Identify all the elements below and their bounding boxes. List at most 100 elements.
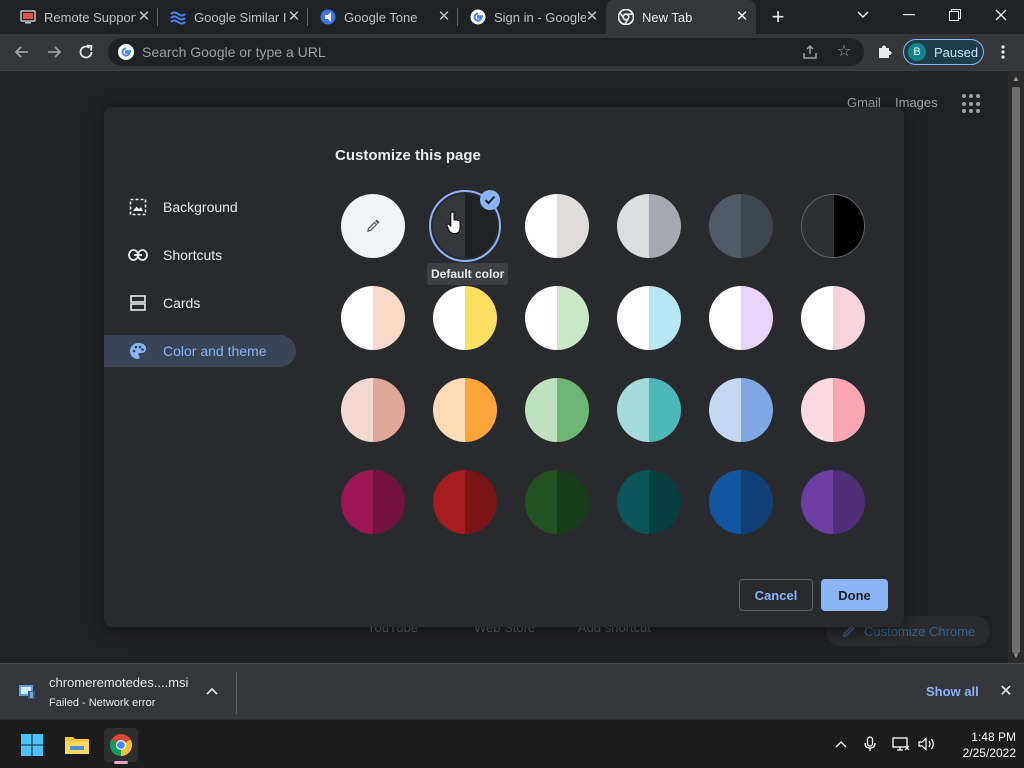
chevron-up-icon[interactable] — [831, 734, 851, 754]
cancel-button[interactable]: Cancel — [739, 579, 813, 611]
color-swatch[interactable] — [801, 378, 865, 442]
minimize-button[interactable] — [886, 0, 932, 30]
tab-sign-in[interactable]: Sign in - Google ✕ — [458, 0, 606, 34]
scrollbar-thumb[interactable] — [1012, 87, 1020, 653]
swatch-right-half — [741, 286, 773, 350]
color-swatch[interactable] — [709, 470, 773, 534]
divider — [236, 672, 237, 714]
color-swatch[interactable] — [617, 470, 681, 534]
microphone-icon[interactable] — [860, 734, 880, 754]
scroll-up-arrow-icon[interactable]: ▲ — [1011, 74, 1021, 83]
color-swatch[interactable] — [433, 286, 497, 350]
close-tab-icon[interactable]: ✕ — [286, 9, 302, 25]
windows-taskbar: 1:48 PM 2/25/2022 — [0, 719, 1024, 768]
close-window-button[interactable] — [978, 0, 1024, 30]
close-tab-icon[interactable]: ✕ — [584, 9, 600, 25]
profile-button[interactable]: B Paused — [903, 39, 984, 65]
show-all-button[interactable]: Show all — [926, 684, 979, 699]
images-link[interactable]: Images — [895, 95, 938, 110]
profile-status: Paused — [934, 44, 979, 60]
swatch-left-half — [617, 470, 649, 534]
color-swatch[interactable] — [617, 286, 681, 350]
swatch-right-half — [833, 470, 865, 534]
new-tab-button[interactable]: + — [766, 5, 790, 29]
done-button[interactable]: Done — [821, 579, 888, 611]
menu-item-label: Cards — [163, 295, 201, 311]
color-swatch[interactable] — [525, 194, 589, 258]
tab-google-tone[interactable]: Google Tone ✕ — [308, 0, 458, 34]
color-swatch[interactable] — [617, 194, 681, 258]
default-color-tooltip: Default color — [427, 263, 509, 285]
swatch-left-half — [709, 194, 741, 258]
installer-file-icon — [19, 685, 35, 699]
menu-item-cards[interactable]: Cards — [104, 287, 296, 319]
tab-google-similar[interactable]: Google Similar I ✕ — [158, 0, 308, 34]
link-icon — [128, 245, 148, 265]
color-swatch[interactable] — [433, 378, 497, 442]
color-swatch[interactable] — [341, 378, 405, 442]
swatch-right-half — [557, 194, 589, 258]
system-clock[interactable]: 1:48 PM 2/25/2022 — [946, 729, 1016, 761]
color-swatch[interactable] — [709, 194, 773, 258]
menu-item-label: Color and theme — [163, 343, 267, 359]
close-tab-icon[interactable]: ✕ — [436, 9, 452, 25]
color-swatch[interactable] — [801, 470, 865, 534]
color-swatch[interactable] — [433, 470, 497, 534]
color-swatch[interactable] — [801, 286, 865, 350]
omnibox-input[interactable] — [142, 38, 782, 66]
google-tone-icon — [320, 9, 336, 25]
dialog-title: Customize this page — [335, 147, 481, 164]
swatch-right-half — [373, 378, 405, 442]
forward-button[interactable] — [41, 39, 67, 65]
color-swatch[interactable] — [617, 378, 681, 442]
hand-cursor-icon — [446, 211, 461, 234]
swatch-left-half — [525, 470, 557, 534]
extensions-button[interactable] — [871, 39, 897, 65]
download-filename[interactable]: chromeremotedes....msi — [49, 675, 188, 690]
close-shelf-icon[interactable]: ✕ — [996, 682, 1016, 702]
page-scrollbar[interactable]: ▲ ▼ — [1008, 71, 1024, 663]
swatch-right-half — [741, 194, 773, 258]
tab-title: Sign in - Google — [494, 9, 586, 25]
color-swatch[interactable] — [801, 194, 865, 258]
chevron-up-icon[interactable] — [203, 682, 221, 700]
color-swatch[interactable] — [709, 378, 773, 442]
tab-strip: Remote Support ✕ Google Similar I ✕ Goog… — [0, 0, 1024, 34]
menu-item-color-and-theme[interactable]: Color and theme — [104, 335, 296, 367]
tab-remote-support[interactable]: Remote Support ✕ — [8, 0, 158, 34]
swatch-left-half — [801, 470, 833, 534]
custom-color-swatch[interactable] — [341, 194, 405, 258]
swatch-left-half — [433, 286, 465, 350]
tab-new-tab[interactable]: New Tab ✕ — [606, 0, 756, 34]
color-swatch[interactable] — [341, 470, 405, 534]
reload-button[interactable] — [73, 39, 99, 65]
chevron-down-icon — [857, 11, 869, 19]
color-swatch[interactable] — [525, 286, 589, 350]
swatch-left-half — [433, 378, 465, 442]
swatch-right-half — [833, 286, 865, 350]
color-swatch[interactable] — [525, 378, 589, 442]
menu-item-background[interactable]: Background — [104, 191, 296, 223]
chrome-menu-button[interactable] — [990, 39, 1016, 65]
color-swatch[interactable] — [341, 286, 405, 350]
chrome-taskbar-button[interactable] — [104, 728, 138, 764]
tab-search-button[interactable] — [840, 0, 886, 30]
color-swatch[interactable] — [709, 286, 773, 350]
swatch-left-half — [341, 286, 373, 350]
minimize-icon — [903, 14, 915, 16]
scroll-down-arrow-icon[interactable]: ▼ — [1011, 651, 1021, 660]
omnibox[interactable]: ☆ — [108, 38, 864, 66]
restore-button[interactable] — [932, 0, 978, 30]
back-button[interactable] — [9, 39, 35, 65]
color-swatch[interactable] — [525, 470, 589, 534]
menu-item-shortcuts[interactable]: Shortcuts — [104, 239, 296, 271]
apps-grid-icon[interactable] — [962, 94, 982, 114]
start-button[interactable] — [15, 728, 49, 762]
file-explorer-button[interactable] — [60, 728, 94, 762]
share-icon[interactable] — [800, 42, 820, 62]
bookmark-star-icon[interactable]: ☆ — [834, 42, 854, 62]
close-tab-icon[interactable]: ✕ — [136, 9, 152, 25]
network-icon[interactable] — [891, 734, 911, 754]
volume-icon[interactable] — [917, 734, 937, 754]
close-tab-icon[interactable]: ✕ — [734, 9, 750, 25]
